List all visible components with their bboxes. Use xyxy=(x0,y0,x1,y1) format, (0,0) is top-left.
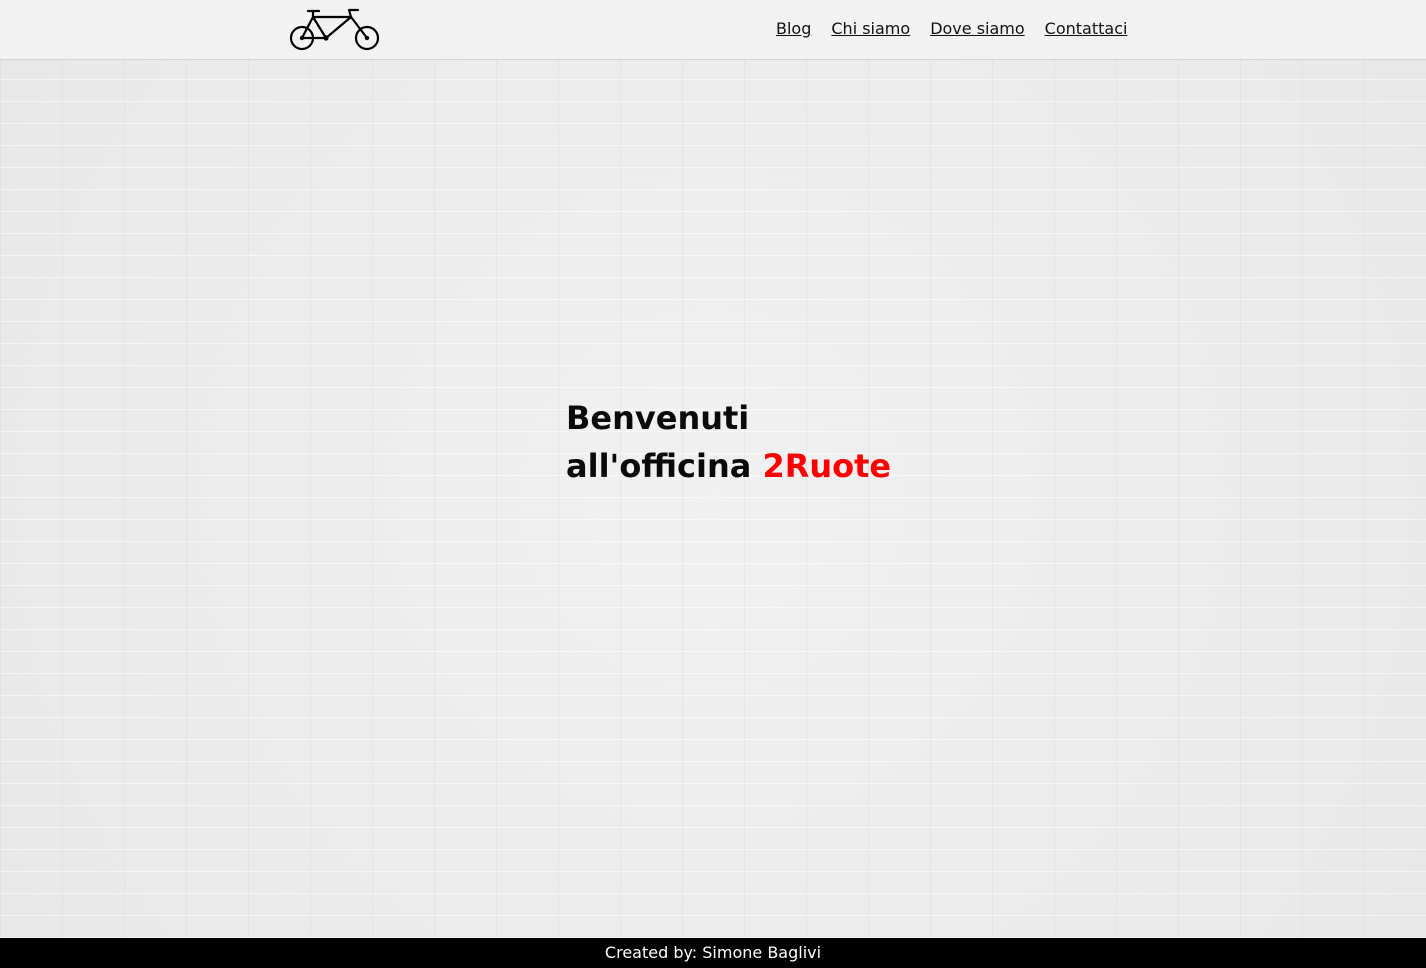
brand-name: 2Ruote xyxy=(762,447,892,485)
footer-credit: Created by: Simone Baglivi xyxy=(604,943,822,962)
logo-link[interactable] xyxy=(289,6,381,54)
hero-line-1: Benvenuti xyxy=(566,399,750,437)
nav-link-contattaci[interactable]: Contattaci xyxy=(1045,19,1128,38)
page: Blog Chi siamo Dove siamo Contattaci Ben… xyxy=(0,0,1426,968)
nav-link-blog[interactable]: Blog xyxy=(776,19,811,38)
hero-line-2: all'officina xyxy=(566,447,752,485)
nav-link-chi-siamo[interactable]: Chi siamo xyxy=(831,19,910,38)
navbar: Blog Chi siamo Dove siamo Contattaci xyxy=(0,0,1426,60)
hero-section xyxy=(0,60,1426,938)
footer: Created by: Simone Baglivi xyxy=(0,938,1426,968)
bicycle-icon xyxy=(289,8,380,51)
hero-headline: Benvenuti all'officina 2Ruote xyxy=(566,394,891,490)
main-nav: Blog Chi siamo Dove siamo Contattaci xyxy=(776,19,1127,38)
nav-link-dove-siamo[interactable]: Dove siamo xyxy=(930,19,1024,38)
